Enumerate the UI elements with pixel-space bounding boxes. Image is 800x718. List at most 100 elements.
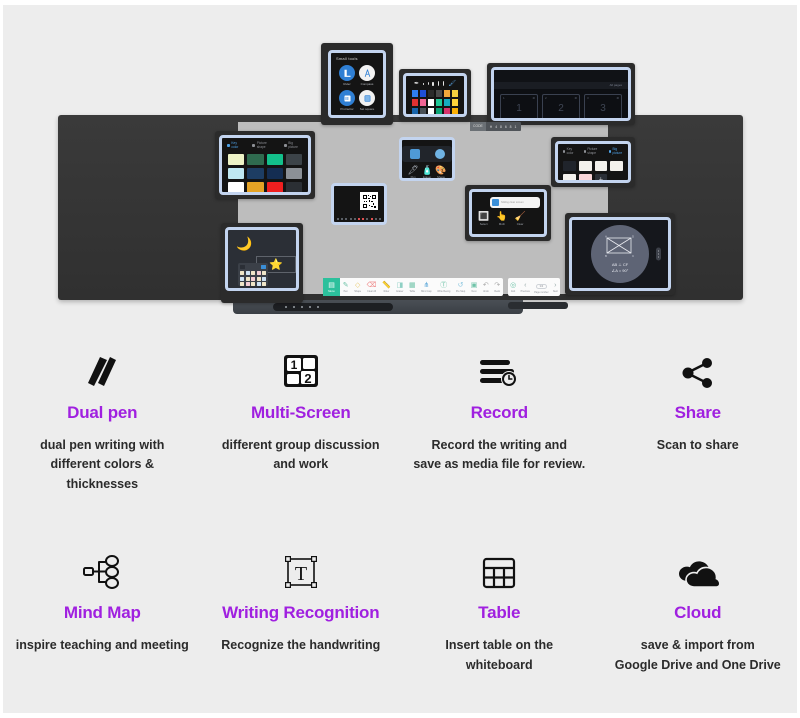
toolbar-page-indicator[interactable]: 3/3 Page number xyxy=(534,281,549,294)
select-tool-select[interactable]: 🔳 Select xyxy=(478,211,489,226)
ruler-icon: 📏 xyxy=(382,281,391,289)
tab-picture-shape[interactable]: Picture shape xyxy=(252,141,275,149)
tool-set-square[interactable]: Set square xyxy=(359,90,375,111)
checkbox-icon[interactable] xyxy=(492,199,499,206)
panel-select-tools[interactable]: Sliding clear screen 🔳 Select 👆 Multi 🧹 Cle… xyxy=(469,189,547,237)
toolbar-exit[interactable]: ◎ Exit xyxy=(510,282,516,293)
select-icon: 🔳 xyxy=(478,211,490,221)
pen-tools-row[interactable]: 🖋 Pen 🧴 Eraser 🎨 Shape xyxy=(402,165,452,178)
tab-key-color-bg[interactable]: Key color xyxy=(563,147,576,155)
pen-preview-icon xyxy=(409,149,420,159)
small-tools-footer-0[interactable]: Protractor xyxy=(340,117,353,118)
feature-title: Share xyxy=(674,403,721,422)
feature-desc: save & import from Google Drive and One … xyxy=(614,638,781,672)
toolbar-item-clear-all[interactable]: ⌫ Clear All xyxy=(367,282,377,293)
color-swatch-row[interactable] xyxy=(412,90,458,97)
color-swatch-row[interactable] xyxy=(412,99,458,106)
pen-tool-shape[interactable]: 🎨 Shape xyxy=(435,165,446,178)
toolbar-item-redo[interactable]: ↷ Redo xyxy=(494,282,500,293)
toolbar-items[interactable]: ✎ Pen ◇ Shape ⌫ Clear All 📏 Ruler ◨ Eraser ▦ T… xyxy=(340,282,503,293)
background-swatches[interactable]: ＋ xyxy=(558,157,628,180)
page-thumb[interactable]: 3 ⊗ 3 xyxy=(584,94,622,118)
toolbar-item-ruler[interactable]: 📏 Ruler xyxy=(382,282,391,293)
color-swatch-grid[interactable] xyxy=(406,90,464,114)
feature-title: Table xyxy=(478,603,521,623)
toolbar-item-shape[interactable]: ◇ Shape xyxy=(354,282,361,293)
toolbar-item-next[interactable]: ▣ Next xyxy=(471,282,478,293)
toolbar-item-eraser[interactable]: ◨ Eraser xyxy=(396,282,403,293)
redo-icon: ↷ xyxy=(494,281,501,289)
toolbar-item-mind-map[interactable]: ⋔ Mind map xyxy=(421,282,432,293)
feature-desc: different group discussion and work xyxy=(221,438,380,472)
pen-tools-top[interactable] xyxy=(402,146,452,162)
whiteboard-toolbar[interactable]: ▤ Menu ✎ Pen ◇ Shape ⌫ Clear All 📏 Ruler ◨ Er… xyxy=(323,278,503,296)
toolbar-item-write-recog[interactable]: Ⓣ Write Recog xyxy=(437,282,450,293)
shape-palette-colors[interactable] xyxy=(222,151,308,192)
svg-text:2: 2 xyxy=(304,371,311,386)
panel-color-picker[interactable]: ✒ 🖌 xyxy=(403,73,467,117)
panel-small-tools[interactable]: Small tools Ruler Compass Protractor Set… xyxy=(328,50,386,118)
panel-pages[interactable]: All pages 1 ⊗ 1 2 ⊗ 2 3 ⊗ 3 xyxy=(491,67,631,121)
toolbar-item-pen[interactable]: ✎ Pen xyxy=(343,282,349,293)
tab-big-picture[interactable]: Big picture xyxy=(283,141,303,149)
pen-tool-eraser[interactable]: 🧴 Eraser xyxy=(421,165,433,178)
whiteboard-control-bar[interactable] xyxy=(273,303,393,311)
select-tool-clear[interactable]: 🧹 Clear xyxy=(514,211,525,226)
geometry-diagram: A D B C AB ⊥ CF ∠A = 90° xyxy=(591,225,649,283)
select-tools-row[interactable]: 🔳 Select 👆 Multi 🧹 Clear xyxy=(472,211,544,229)
tool-ruler[interactable]: Ruler xyxy=(339,65,355,86)
small-tools-grid[interactable]: Ruler Compass Protractor Set square xyxy=(331,63,383,115)
feature-desc: inspire teaching and meeting xyxy=(15,638,189,653)
pen-icon: 🖋 xyxy=(407,165,419,175)
select-tool-multi[interactable]: 👆 Multi xyxy=(496,211,507,226)
toolbar-item-pre-step[interactable]: ↺ Pre Step xyxy=(456,282,465,293)
qr-panel-footer xyxy=(337,218,381,220)
geometry-more-menu[interactable] xyxy=(656,247,661,261)
panel-qr-share[interactable] xyxy=(331,183,387,225)
toolbar-item-table[interactable]: ▦ Table xyxy=(409,282,416,293)
eraser-icon: ◨ xyxy=(396,281,404,289)
feature-mind-map: Mind Map inspire teaching and meeting xyxy=(3,543,202,675)
mini-keyboard[interactable] xyxy=(238,263,268,286)
brush-icon[interactable]: 🖌 xyxy=(448,80,456,87)
tab-big-picture-bg[interactable]: Big picture xyxy=(608,147,623,155)
panel-geometry[interactable]: A D B C AB ⊥ CF ∠A = 90° xyxy=(569,217,671,291)
page-thumb[interactable]: 2 ⊗ 2 xyxy=(542,94,580,118)
multi-screen-icon: 1 2 xyxy=(212,343,391,389)
pages-thumbnails[interactable]: 1 ⊗ 1 2 ⊗ 2 3 ⊗ 3 xyxy=(494,89,628,118)
panel-night-mode[interactable]: 🌙 ⭐ xyxy=(225,227,299,291)
sliding-clear-screen-field[interactable]: Sliding clear screen xyxy=(490,197,540,208)
record-icon xyxy=(410,343,589,389)
hero-product-image: Small tools Ruler Compass Protractor Set… xyxy=(3,5,797,335)
features-row-1: Dual pen dual pen writing with different… xyxy=(3,343,797,494)
star-icon: ⭐ xyxy=(269,259,283,271)
tab-picture-shape-bg[interactable]: Picture shape xyxy=(583,147,601,155)
panel-background[interactable]: Key color Picture shape Big picture ＋ xyxy=(555,141,631,183)
toolbar-previous[interactable]: ‹ Previous xyxy=(521,282,530,293)
toolbar-next-page[interactable]: › Next xyxy=(553,282,558,293)
shape-palette-tabs[interactable]: Key color Picture shape Big picture xyxy=(222,138,308,151)
small-tools-footer[interactable]: Protractor Set square xyxy=(331,115,383,118)
sliding-clear-screen-placeholder: Sliding clear screen xyxy=(501,201,524,204)
toolbar-home-button[interactable]: ▤ Menu xyxy=(323,278,340,296)
write-recog-icon: Ⓣ xyxy=(440,281,448,289)
svg-text:B: B xyxy=(605,254,607,258)
features-section: Dual pen dual pen writing with different… xyxy=(3,343,797,675)
color-swatch-row[interactable] xyxy=(412,108,458,114)
svg-text:T: T xyxy=(295,563,307,585)
toolbar-item-undo[interactable]: ↶ Undo xyxy=(483,282,489,293)
whiteboard-toolbar-right[interactable]: ◎ Exit ‹ Previous 3/3 Page number › Next xyxy=(508,278,560,296)
feature-title: Cloud xyxy=(674,603,722,623)
small-tools-footer-1[interactable]: Set square xyxy=(359,117,374,118)
tool-compass[interactable]: Compass xyxy=(359,65,375,86)
tab-key-color[interactable]: Key color xyxy=(227,141,244,149)
pen-tool-pen[interactable]: 🖋 Pen xyxy=(407,165,419,178)
eraser-icon: 🧴 xyxy=(421,165,433,175)
panel-shape-palette[interactable]: Key color Picture shape Big picture Undo… xyxy=(219,135,311,195)
set-square-icon xyxy=(359,90,375,106)
background-tabs[interactable]: Key color Picture shape Big picture xyxy=(558,144,628,157)
panel-pen-tools[interactable]: 🖋 Pen 🧴 Eraser 🎨 Shape xyxy=(399,137,455,181)
pen-size-dots[interactable]: ✒ 🖌 xyxy=(406,76,464,90)
page-thumb[interactable]: 1 ⊗ 1 xyxy=(500,94,538,118)
tool-protractor[interactable]: Protractor xyxy=(339,90,355,111)
